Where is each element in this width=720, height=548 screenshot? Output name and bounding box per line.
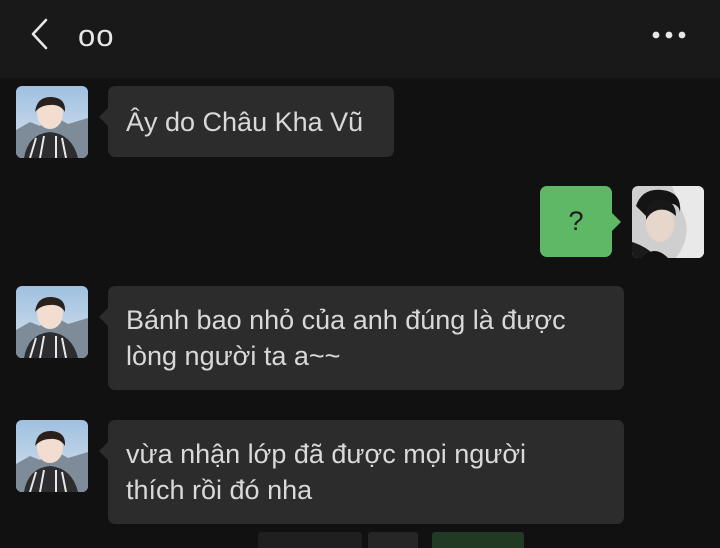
contact-avatar[interactable] xyxy=(16,86,88,158)
chat-screen: oo Ây do Châu Kha Vũ ? Bánh bao nhỏ của … xyxy=(0,0,720,548)
chevron-left-icon xyxy=(29,17,51,56)
incoming-message-bubble[interactable]: vừa nhận lớp đã được mọi người thích rồi… xyxy=(99,420,624,524)
incoming-message-bubble[interactable]: Ây do Châu Kha Vũ xyxy=(99,86,394,157)
back-button[interactable] xyxy=(22,16,58,56)
message-text: vừa nhận lớp đã được mọi người thích rồi… xyxy=(126,439,527,505)
partial-content xyxy=(258,532,362,548)
message-text: Bánh bao nhỏ của anh đúng là được lòng n… xyxy=(126,305,566,371)
incoming-message-bubble[interactable]: Bánh bao nhỏ của anh đúng là được lòng n… xyxy=(99,286,624,390)
chat-title: oo xyxy=(78,18,115,53)
contact-avatar[interactable] xyxy=(16,286,88,358)
partial-content xyxy=(368,532,418,548)
more-options-button[interactable] xyxy=(646,18,692,54)
chat-header: oo xyxy=(0,0,720,78)
message-text: Ây do Châu Kha Vũ xyxy=(126,107,364,137)
partial-outgoing-bubble xyxy=(432,532,524,548)
self-avatar[interactable] xyxy=(632,186,704,258)
contact-avatar[interactable] xyxy=(16,420,88,492)
message-text: ? xyxy=(568,206,584,236)
ellipsis-icon xyxy=(651,27,687,45)
outgoing-message-bubble[interactable]: ? xyxy=(540,186,621,257)
